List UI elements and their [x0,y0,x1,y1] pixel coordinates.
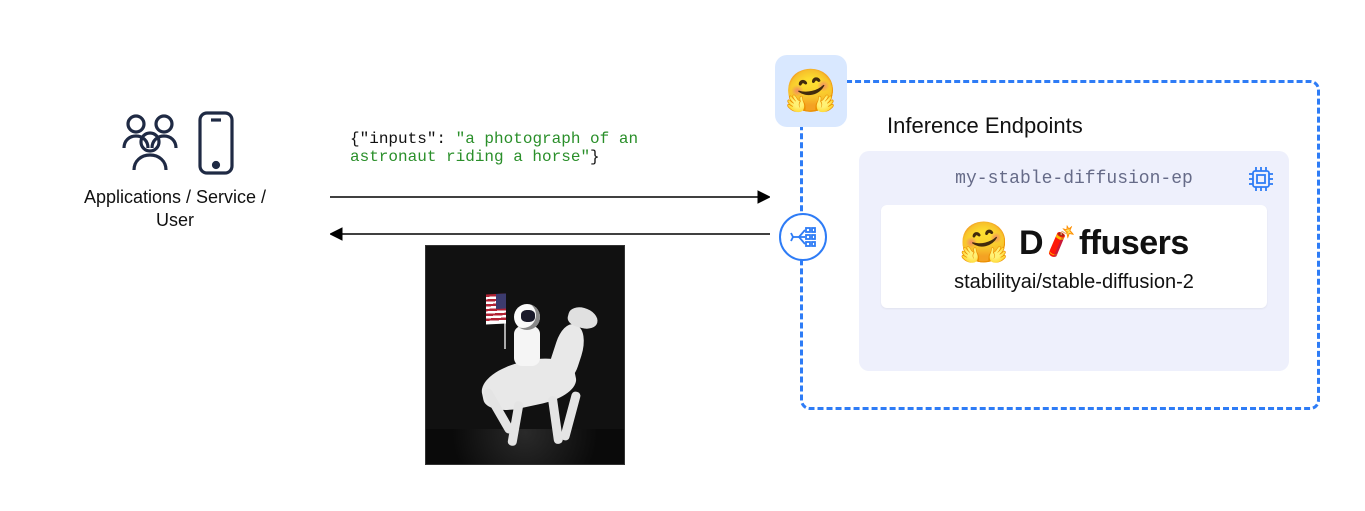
model-id: stabilityai/stable-diffusion-2 [901,271,1247,294]
load-balancer-icon [779,213,827,261]
endpoint-card: my-stable-diffusion-ep 🤗 D🧨ffusers stabi… [859,151,1289,371]
diffusers-logo-text: D🧨ffusers [1019,224,1189,263]
huggingface-icon: 🤗 [959,223,1009,263]
diffusers-brand: 🤗 D🧨ffusers [901,223,1247,263]
model-card: 🤗 D🧨ffusers stabilityai/stable-diffusion… [881,205,1267,308]
inference-endpoints-box: 🤗 Inference Endpoints [800,80,1320,410]
request-arrow [330,188,770,206]
architecture-diagram: Applications / Service /User {"inputs": … [0,0,1365,511]
payload-key: "inputs" [360,130,437,148]
response-arrow [330,225,770,243]
huggingface-icon: 🤗 [785,70,837,112]
endpoint-name: my-stable-diffusion-ep [881,169,1267,189]
mobile-device-icon [196,110,236,176]
response-image-astronaut-horse [425,245,625,465]
dynamite-icon: 🧨 [1042,223,1080,260]
cpu-chip-icon [1247,165,1275,198]
client-label: Applications / Service /User [60,186,290,233]
users-icon [114,110,186,176]
huggingface-badge: 🤗 [775,55,847,127]
endpoints-title: Inference Endpoints [887,113,1289,139]
request-payload: {"inputs": "a photograph of anastronaut … [350,130,638,166]
client-icons [60,110,290,176]
client-block: Applications / Service /User [60,110,290,233]
